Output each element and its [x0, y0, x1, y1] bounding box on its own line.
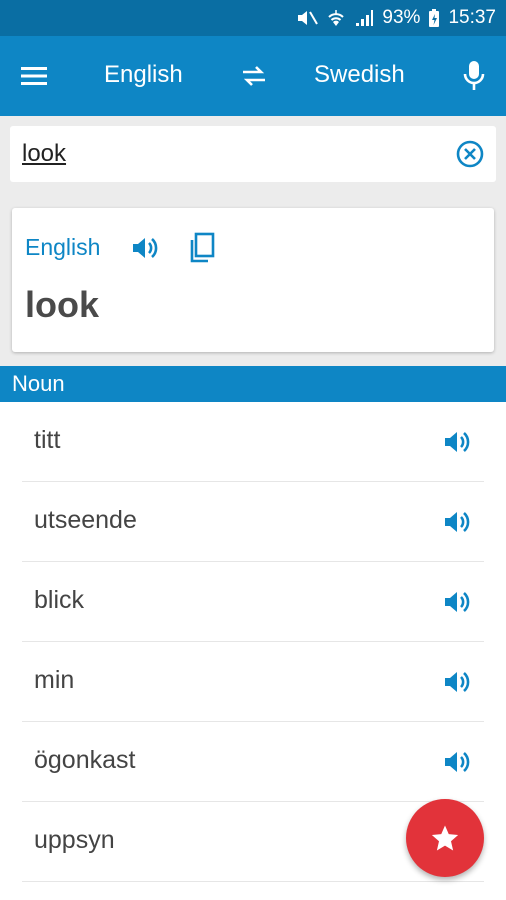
source-word: look	[25, 284, 100, 325]
status-bar: 93% 15:37	[0, 0, 506, 36]
translation-item[interactable]: min	[22, 642, 484, 722]
translation-word: ögonkast	[34, 746, 136, 774]
signal-icon	[354, 8, 374, 28]
app-bar: English Swedish	[0, 36, 506, 116]
clear-search-icon[interactable]	[455, 139, 485, 169]
translation-word: utseende	[34, 506, 137, 534]
translation-word: blick	[34, 586, 85, 614]
translation-word: titt	[34, 426, 61, 454]
copy-icon[interactable]	[188, 232, 216, 264]
translation-word: min	[34, 666, 75, 694]
translation-item[interactable]: blick	[22, 562, 484, 642]
speaker-icon[interactable]	[442, 588, 472, 616]
star-icon	[431, 825, 459, 851]
search-input[interactable]	[22, 138, 442, 170]
source-word-card: English look	[12, 208, 494, 352]
speaker-icon[interactable]	[442, 748, 472, 776]
battery-percent: 93%	[382, 7, 421, 28]
translation-item[interactable]: titt	[22, 402, 484, 482]
favorite-button[interactable]	[406, 799, 484, 877]
translation-word: uppsyn	[34, 826, 115, 854]
battery-charging-icon	[428, 8, 440, 28]
speaker-icon[interactable]	[442, 668, 472, 696]
search-box	[10, 126, 496, 182]
microphone-icon[interactable]	[460, 58, 488, 94]
from-language-selector[interactable]: English	[104, 61, 183, 89]
part-of-speech-header: Noun	[0, 366, 506, 402]
wifi-icon	[326, 8, 346, 28]
clock: 15:37	[448, 7, 496, 28]
translation-item[interactable]: utseende	[22, 482, 484, 562]
to-language-selector[interactable]: Swedish	[314, 61, 405, 89]
swap-icon[interactable]	[240, 62, 268, 90]
mute-icon	[296, 8, 319, 28]
speaker-icon[interactable]	[442, 428, 472, 456]
speaker-icon[interactable]	[442, 508, 472, 536]
source-language-label: English	[25, 234, 101, 260]
speaker-icon[interactable]	[130, 234, 160, 262]
translation-item[interactable]: ögonkast	[22, 722, 484, 802]
menu-icon[interactable]	[20, 62, 48, 90]
